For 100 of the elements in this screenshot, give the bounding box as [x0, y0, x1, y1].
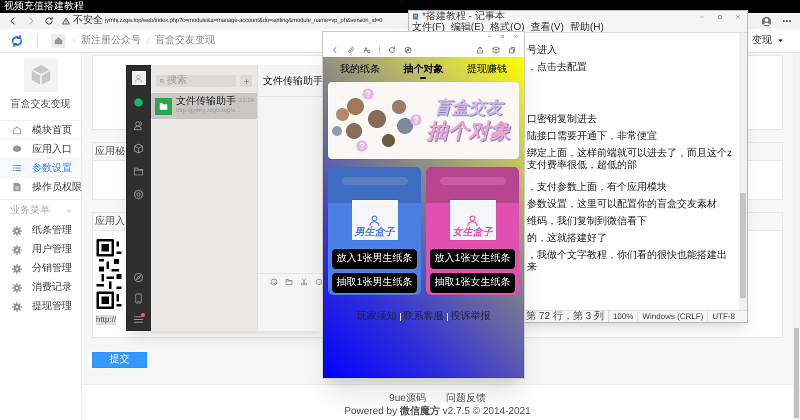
- cube-icon: [30, 64, 52, 86]
- slot: [342, 177, 408, 185]
- text-line: 的，这就搭建好了: [527, 233, 608, 245]
- draw-button[interactable]: 放入1张男生纸条: [332, 249, 417, 269]
- sidebar-item[interactable]: 纸条管理: [0, 221, 81, 240]
- person-icon: [368, 214, 381, 227]
- banner-title: 盲盒交友: [434, 96, 502, 118]
- contacts-icon[interactable]: [133, 120, 144, 131]
- text-line: 号进入: [527, 45, 558, 57]
- gear-icon: [12, 244, 22, 254]
- logo-icon: [10, 34, 24, 48]
- person-icon: [466, 214, 479, 227]
- draw-button[interactable]: 放入1张女生纸条: [430, 249, 515, 269]
- card-title: 应用入: [95, 216, 125, 228]
- person-icon: [134, 74, 143, 82]
- sidebar-item[interactable]: 操作员权限: [0, 177, 81, 196]
- scrollbar[interactable]: [793, 53, 800, 420]
- photo-placeholder: [332, 126, 342, 136]
- menu-item[interactable]: 查看(V): [530, 22, 564, 32]
- photo-placeholder: [397, 118, 413, 134]
- folder-icon[interactable]: [285, 278, 293, 286]
- share-icon[interactable]: [476, 46, 484, 54]
- question-bubble-icon: [362, 88, 374, 100]
- avatar[interactable]: [132, 71, 146, 85]
- chat-bubble-icon[interactable]: [315, 278, 323, 286]
- compass-icon[interactable]: [133, 272, 144, 283]
- text-line: ，支付参数上面，有个应用模块: [527, 182, 668, 194]
- draw-button[interactable]: 抽取1张女生纸条: [430, 273, 515, 293]
- text-line: 参数设置，这里可以配置你的盲盒交友素材: [527, 199, 718, 211]
- gear-icon: [12, 226, 22, 236]
- tab[interactable]: 我的纸条: [340, 64, 380, 79]
- chat-icon[interactable]: [133, 97, 144, 108]
- chat-name: 文件传输助手: [176, 96, 236, 107]
- sidebar-item[interactable]: 消费记录: [0, 278, 81, 297]
- tab[interactable]: 抽个对象: [403, 64, 444, 79]
- question-bubble-icon: [410, 114, 422, 126]
- link-icon[interactable]: [347, 46, 355, 54]
- reload-icon[interactable]: [44, 16, 54, 26]
- footer-link[interactable]: 9ue源码: [389, 391, 426, 406]
- slash-separator-icon: [145, 36, 151, 44]
- text-line: 维码，我们复制到微信看下: [527, 216, 648, 228]
- photo-placeholder: [347, 98, 364, 114]
- powered-by-text: Powered by 微信魔方 v2.7.5 © 2014-2021: [344, 406, 531, 418]
- cube-icon[interactable]: [492, 46, 500, 54]
- banner-subtitle: 抽个对象: [426, 118, 510, 144]
- question-bubble-icon: [356, 140, 368, 152]
- menu-item[interactable]: 帮助(H): [570, 22, 604, 32]
- search-icon: [159, 78, 165, 84]
- back-icon[interactable]: [331, 46, 339, 54]
- sidebar-item[interactable]: 分销管理: [0, 259, 81, 278]
- security-label: 不安全: [73, 15, 103, 27]
- status-field: 100%: [608, 311, 638, 322]
- scrollbar[interactable]: [739, 33, 747, 310]
- footer-link[interactable]: 问题反馈: [446, 391, 486, 406]
- plus-icon: [242, 78, 250, 84]
- menu-icon: [133, 314, 144, 325]
- account-name[interactable]: 变现: [752, 33, 772, 48]
- search-field[interactable]: 搜索: [156, 75, 236, 87]
- entry-link[interactable]: http://: [96, 315, 116, 325]
- minimize-icon: [699, 14, 705, 20]
- status-field: Windows (CRLF): [637, 311, 708, 322]
- text-line: ，我做个文字教程，你们看的很快也能搭建出来: [527, 250, 728, 274]
- box-label: 男生盒子: [354, 227, 394, 238]
- cube-icon[interactable]: [133, 143, 144, 154]
- folder-icon[interactable]: [133, 166, 144, 177]
- tab[interactable]: 提现赚钱: [467, 64, 508, 79]
- menu-button[interactable]: [133, 314, 144, 325]
- gear-icon: [12, 264, 22, 274]
- profile-icon[interactable]: [761, 16, 772, 26]
- bubble-icon: [12, 144, 22, 154]
- emoji-icon[interactable]: [270, 278, 278, 286]
- photo-placeholder: [382, 134, 395, 146]
- breadcrumb-link[interactable]: 新注册公众号: [81, 33, 141, 48]
- photo-placeholder: [392, 100, 406, 114]
- chevron-right-icon: [71, 36, 77, 44]
- sidebar-item[interactable]: 提现管理: [0, 297, 81, 316]
- draw-button[interactable]: 抽取1张男生纸条: [332, 273, 417, 293]
- photo-placeholder: [368, 110, 386, 128]
- close-icon[interactable]: [513, 34, 518, 39]
- text-line: 陆接口需要开通下，非常便宜: [527, 131, 658, 143]
- sidebar-item[interactable]: 模块首页: [0, 120, 81, 139]
- list-icon: [12, 163, 22, 173]
- compass-icon[interactable]: [404, 46, 412, 54]
- caret-icon: [777, 37, 784, 44]
- add-button[interactable]: [240, 75, 252, 87]
- settings-icon[interactable]: [133, 189, 144, 200]
- window-icon[interactable]: [508, 46, 516, 54]
- font-size-icon[interactable]: [363, 46, 371, 54]
- sidebar-item[interactable]: 参数设置: [0, 158, 81, 177]
- gear-icon: [12, 282, 22, 292]
- home-button[interactable]: [51, 34, 65, 48]
- phone-icon[interactable]: [133, 293, 144, 304]
- module-name: 盲盒交友变现: [10, 98, 72, 112]
- reload-icon[interactable]: [388, 46, 396, 54]
- maximize-icon[interactable]: [500, 34, 505, 39]
- scissors-icon[interactable]: [300, 278, 308, 286]
- qr-code-icon: [96, 239, 122, 309]
- sidebar-item[interactable]: 用户管理: [0, 240, 81, 259]
- box-label: 女生盒子: [452, 227, 492, 238]
- status-field: UTF-8: [707, 311, 739, 322]
